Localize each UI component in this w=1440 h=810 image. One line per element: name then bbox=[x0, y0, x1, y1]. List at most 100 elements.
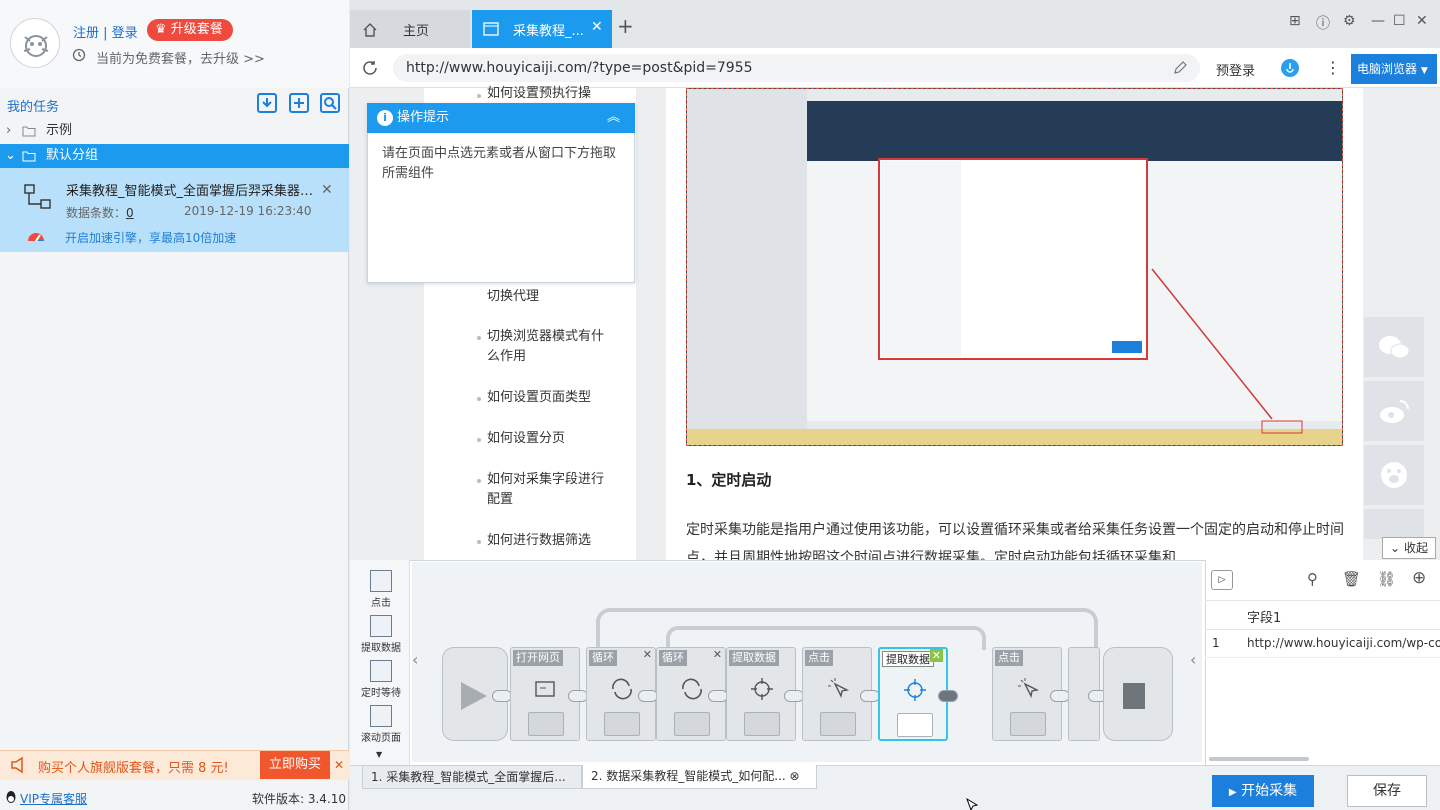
scroll-left-icon[interactable]: ‹ bbox=[412, 650, 418, 669]
upgrade-label: 升级套餐 bbox=[170, 22, 223, 37]
weibo-icon bbox=[1380, 400, 1409, 423]
info-icon: i bbox=[377, 110, 393, 126]
gear-icon[interactable]: ⚙ bbox=[1343, 13, 1356, 29]
scroll-icon bbox=[370, 705, 392, 727]
palette-extract-data[interactable]: 提取数据 bbox=[357, 615, 405, 654]
task-title[interactable]: 采集教程_智能模式_全面掌握后羿采集器的... bbox=[66, 180, 316, 199]
crown-icon: ♛ bbox=[155, 22, 167, 37]
field-column-header[interactable]: 字段1 bbox=[1247, 607, 1281, 626]
close-window-icon[interactable]: ✕ bbox=[1416, 13, 1428, 29]
toc-item[interactable]: 如何设置页面类型 bbox=[487, 388, 607, 408]
tip-body: 请在页面中点选元素或者从窗口下方拖取所需组件 bbox=[382, 146, 617, 181]
palette-wait[interactable]: 定时等待 bbox=[357, 660, 405, 699]
vip-support-link[interactable]: VIP专属客服 bbox=[20, 790, 87, 807]
close-tab-icon[interactable]: ⊗ bbox=[790, 769, 800, 783]
plugin-icon[interactable] bbox=[1280, 58, 1300, 78]
tree-item-label: 默认分组 bbox=[46, 148, 99, 163]
preview-play-icon[interactable]: ▷ bbox=[1211, 570, 1233, 590]
start-label: 开始采集 bbox=[1241, 783, 1298, 799]
upgrade-button[interactable]: ♛ 升级套餐 bbox=[147, 19, 233, 41]
close-promo-icon[interactable]: ✕ bbox=[334, 758, 344, 772]
tip-title: 操作提示 bbox=[397, 110, 450, 125]
register-login-link[interactable]: 注册 | 登录 bbox=[73, 22, 138, 41]
node-play-icon[interactable] bbox=[820, 712, 856, 736]
import-task-icon[interactable] bbox=[256, 92, 278, 114]
url-text[interactable]: http://www.houyicaiji.com/?type=post&pid… bbox=[406, 60, 753, 76]
flow-end-node[interactable] bbox=[1103, 647, 1173, 741]
prelogin-button[interactable]: 预登录 bbox=[1216, 60, 1255, 79]
node-play-icon[interactable] bbox=[1010, 712, 1046, 736]
palette-more-icon[interactable]: ▼ bbox=[376, 750, 382, 759]
filter-icon[interactable]: ⚲ bbox=[1307, 570, 1318, 588]
buy-now-button[interactable]: 立即购买 bbox=[260, 751, 330, 779]
task-date: 2019-12-19 16:23:40 bbox=[184, 204, 312, 218]
node-play-icon[interactable] bbox=[897, 713, 933, 737]
section-title: 1、定时启动 bbox=[686, 471, 772, 489]
close-icon[interactable]: ✕ bbox=[713, 648, 722, 661]
chevron-up-icon[interactable]: ︽ bbox=[607, 103, 620, 133]
play-icon: ▶ bbox=[1228, 787, 1237, 798]
row-index: 1 bbox=[1212, 636, 1220, 650]
close-icon[interactable]: ✕ bbox=[929, 649, 943, 662]
collapse-button[interactable]: ⌄ 收起 bbox=[1382, 537, 1436, 559]
start-collect-button[interactable]: ▶ 开始采集 bbox=[1212, 775, 1314, 807]
share-baidu-button[interactable] bbox=[1364, 445, 1424, 505]
tree-item-sample[interactable]: › 示例 bbox=[0, 119, 349, 143]
flow-task-icon bbox=[24, 184, 51, 209]
extract-icon bbox=[370, 615, 392, 637]
speed-engine-link[interactable]: 开启加速引擎，享最高10倍加速 bbox=[65, 229, 236, 246]
add-field-icon[interactable]: ⊕ bbox=[1412, 568, 1426, 588]
chevron-right-icon: › bbox=[6, 123, 12, 138]
tree-item-default[interactable]: ⌄ 默认分组 bbox=[0, 144, 349, 168]
refresh-icon[interactable] bbox=[361, 59, 379, 77]
toc-item[interactable]: 如何进行数据筛选 bbox=[487, 531, 607, 551]
node-play-icon[interactable] bbox=[674, 712, 710, 736]
save-button[interactable]: 保存 bbox=[1347, 775, 1427, 807]
article-screenshot-image bbox=[686, 88, 1343, 446]
link-icon[interactable]: ⛓ bbox=[1377, 570, 1396, 588]
edit-icon[interactable] bbox=[1172, 60, 1188, 76]
share-more-button[interactable] bbox=[1364, 509, 1424, 539]
palette-scroll[interactable]: 滚动页面 bbox=[357, 705, 405, 744]
toc-item[interactable]: 切换代理 bbox=[487, 287, 607, 307]
palette-click[interactable]: 点击 bbox=[357, 570, 405, 609]
close-tab-icon[interactable]: ✕ bbox=[591, 19, 603, 35]
browser-mode-select[interactable]: 电脑浏览器 ▼ bbox=[1351, 54, 1437, 84]
free-plan-tip[interactable]: 当前为免费套餐，去升级 >> bbox=[96, 48, 265, 67]
task-tab[interactable]: 1. 采集教程_智能模式_全面掌握后... bbox=[362, 765, 582, 789]
node-play-icon[interactable] bbox=[604, 712, 640, 736]
tab-tutorial[interactable]: 采集教程_... ✕ bbox=[472, 10, 612, 48]
toc-item[interactable]: 如何对采集字段进行配置 bbox=[487, 470, 607, 510]
crosshair-icon bbox=[902, 677, 928, 703]
tab-home[interactable]: 主页 bbox=[350, 10, 470, 48]
new-tab-icon[interactable]: + bbox=[617, 16, 634, 36]
horizontal-scrollbar[interactable] bbox=[1209, 757, 1309, 761]
folder-icon bbox=[22, 126, 36, 137]
more-menu-icon[interactable]: ⋮ bbox=[1325, 58, 1341, 77]
pointer-icon bbox=[1015, 676, 1041, 702]
task-tab-active[interactable]: 2. 数据采集教程_智能模式_如何配... ⊗ bbox=[582, 765, 817, 789]
toc-item[interactable]: 切换浏览器模式有什么作用 bbox=[487, 327, 607, 367]
crosshair-icon bbox=[749, 676, 775, 702]
help-icon[interactable]: ⓘ bbox=[1316, 13, 1330, 33]
wechat-icon bbox=[1379, 336, 1410, 359]
trash-icon[interactable]: 🗑 bbox=[1342, 570, 1361, 588]
gift-icon[interactable]: ⊞ bbox=[1289, 13, 1301, 29]
maximize-icon[interactable]: ☐ bbox=[1393, 13, 1406, 29]
node-play-icon[interactable] bbox=[744, 712, 780, 736]
new-task-icon[interactable] bbox=[288, 92, 310, 114]
share-weibo-button[interactable] bbox=[1364, 381, 1424, 441]
close-icon[interactable]: ✕ bbox=[321, 182, 333, 198]
search-task-icon[interactable] bbox=[319, 92, 341, 114]
close-icon[interactable]: ✕ bbox=[643, 648, 652, 661]
toc-item[interactable]: 如何设置预执行操 bbox=[487, 84, 607, 104]
node-play-icon[interactable] bbox=[528, 712, 564, 736]
scroll-right-icon[interactable]: ‹ bbox=[1190, 650, 1196, 669]
chevron-down-icon: ⌄ bbox=[5, 148, 16, 163]
share-wechat-button[interactable] bbox=[1364, 317, 1424, 377]
toc-item[interactable]: 如何设置分页 bbox=[487, 429, 607, 449]
minimize-icon[interactable]: — bbox=[1371, 13, 1385, 29]
avatar[interactable] bbox=[10, 18, 60, 68]
table-row[interactable]: 1 http://www.houyicaiji.com/wp-conter bbox=[1205, 630, 1440, 658]
fields-header: 字段1 bbox=[1205, 600, 1440, 630]
